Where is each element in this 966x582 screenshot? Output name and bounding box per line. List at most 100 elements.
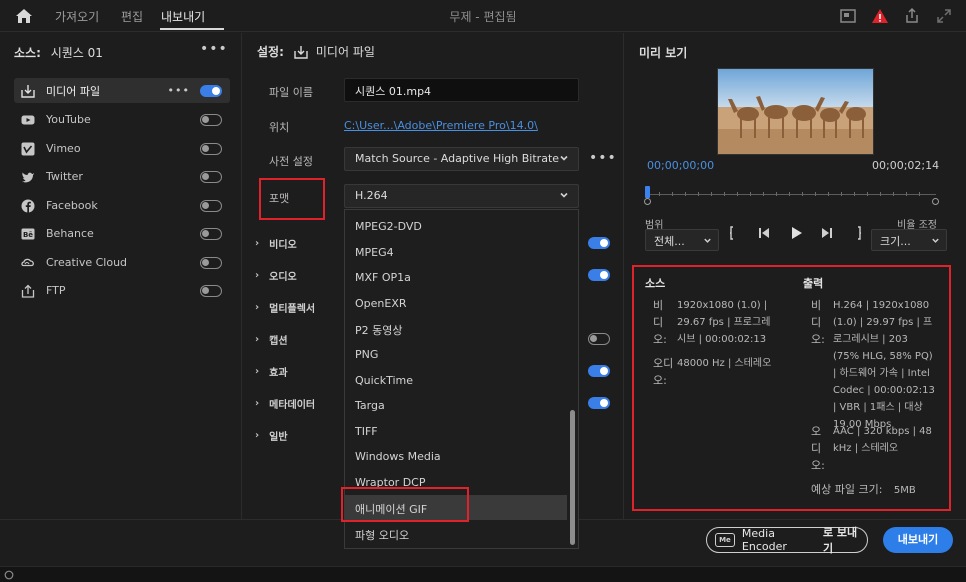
gif-option-highlight: [341, 487, 469, 522]
in-point-handle[interactable]: [644, 198, 651, 205]
chevron-right-icon: ›: [255, 365, 260, 377]
dest-toggle-facebook[interactable]: [200, 199, 222, 212]
dest-label: FTP: [46, 284, 66, 297]
section-label: 일반: [269, 431, 288, 443]
export-button[interactable]: 내보내기: [883, 527, 953, 553]
dest-item-twitter[interactable]: Twitter: [14, 164, 230, 189]
vimeo-icon: [21, 142, 35, 156]
dest-label: YouTube: [46, 113, 91, 126]
output-video-value: H.264 | 1920x1080 (1.0) | 29.97 fps | 프로…: [833, 300, 935, 430]
step-forward-icon[interactable]: [819, 225, 835, 241]
encoder-suffix: 로 보내기: [822, 526, 858, 555]
dest-item-behance[interactable]: Bē Behance: [14, 221, 230, 246]
status-bar: [0, 566, 966, 582]
fullscreen-icon[interactable]: [934, 6, 954, 26]
section-toggle-metadata[interactable]: [588, 397, 610, 409]
share-icon[interactable]: [902, 6, 922, 26]
format-option[interactable]: QuickTime: [345, 368, 567, 393]
format-option[interactable]: PNG: [345, 342, 567, 367]
source-video-value: 1920x1080 (1.0) | 29.67 fps | 프로그레시브 | 0…: [677, 300, 771, 345]
preset-select[interactable]: Match Source - Adaptive High Bitrate: [344, 147, 579, 171]
settings-header: 설정: 미디어 파일: [257, 43, 375, 60]
warning-icon[interactable]: [870, 6, 890, 26]
ftp-icon: [21, 284, 35, 298]
chevron-right-icon: ›: [255, 429, 260, 441]
dest-toggle-behance[interactable]: [200, 227, 222, 240]
chevron-right-icon: ›: [255, 269, 260, 281]
facebook-icon: [21, 199, 35, 213]
dest-item-ftp[interactable]: FTP: [14, 278, 230, 303]
play-icon[interactable]: [788, 225, 804, 241]
dest-toggle-vimeo[interactable]: [200, 142, 222, 155]
format-select[interactable]: H.264: [344, 184, 579, 208]
dest-label: 미디어 파일: [46, 84, 101, 98]
send-to-media-encoder-button[interactable]: Me Media Encoder 로 보내기: [706, 526, 868, 555]
dest-toggle-creative-cloud[interactable]: [200, 256, 222, 269]
dropdown-scrollbar[interactable]: [570, 410, 575, 545]
format-option[interactable]: MPEG4: [345, 240, 567, 265]
playhead[interactable]: [645, 186, 650, 198]
format-option[interactable]: OpenEXR: [345, 291, 567, 316]
settings-target: 미디어 파일: [315, 45, 375, 59]
preview-title: 미리 보기: [639, 46, 688, 60]
preview-thumbnail: [717, 68, 874, 155]
dest-item-facebook[interactable]: Facebook: [14, 193, 230, 218]
dest-label: Vimeo: [46, 142, 81, 155]
location-link[interactable]: C:\User...\Adobe\Premiere Pro\14.0\: [344, 119, 538, 132]
section-toggle-audio[interactable]: [588, 269, 610, 281]
preview-panel: 미리 보기 00;00;00;00 00;00;02;14 범위 전체... 비…: [625, 33, 966, 519]
quick-export-icon[interactable]: [838, 6, 858, 26]
format-option[interactable]: TIFF: [345, 419, 567, 444]
step-back-icon[interactable]: [756, 225, 772, 241]
scale-select[interactable]: 크기...: [871, 229, 947, 251]
youtube-icon: [21, 113, 35, 127]
format-option[interactable]: Targa: [345, 393, 567, 418]
range-select[interactable]: 전체...: [645, 229, 719, 251]
section-label: 메타데이터: [269, 399, 316, 411]
chevron-right-icon: ›: [255, 301, 260, 313]
dest-toggle-ftp[interactable]: [200, 284, 222, 297]
dest-label: Creative Cloud: [46, 256, 128, 269]
window-title: 무제 - 편집됨: [449, 10, 517, 24]
format-option[interactable]: MPEG2-DVD: [345, 214, 567, 239]
filename-label: 파일 이름: [269, 86, 313, 99]
estimated-size-value: 5MB: [893, 485, 916, 496]
dest-item-creative-cloud[interactable]: Creative Cloud: [14, 250, 230, 275]
section-label: 효과: [269, 367, 288, 379]
section-toggle-effects[interactable]: [588, 365, 610, 377]
section-label: 멀티플렉서: [269, 303, 316, 315]
format-option[interactable]: 파형 오디오: [345, 521, 567, 546]
dest-item-youtube[interactable]: YouTube: [14, 107, 230, 132]
source-more-button[interactable]: •••: [200, 41, 228, 57]
dest-toggle-media-file[interactable]: [200, 84, 222, 97]
chevron-right-icon: ›: [255, 397, 260, 409]
chevron-right-icon: ›: [255, 333, 260, 345]
out-point-handle[interactable]: [932, 198, 939, 205]
chevron-down-icon: [560, 192, 568, 198]
format-option[interactable]: P2 동영상: [345, 316, 567, 341]
format-option[interactable]: Windows Media: [345, 444, 567, 469]
top-bar: 가져오기 편집 내보내기 무제 - 편집됨: [0, 0, 966, 32]
media-encoder-icon: Me: [715, 533, 735, 547]
filename-input[interactable]: 시퀀스 01.mp4: [344, 78, 579, 102]
destination-panel: 소스: 시퀀스 01 ••• 미디어 파일 ••• YouTube Vimeo …: [0, 33, 242, 519]
section-toggle-video[interactable]: [588, 237, 610, 249]
format-option[interactable]: MXF OP1a: [345, 265, 567, 290]
source-selector[interactable]: 소스: 시퀀스 01: [14, 44, 103, 61]
source-audio-value: 48000 Hz | 스테레오: [677, 358, 772, 369]
dest-toggle-twitter[interactable]: [200, 170, 222, 183]
preset-more-button[interactable]: •••: [589, 150, 617, 166]
dest-item-vimeo[interactable]: Vimeo: [14, 136, 230, 161]
creative-cloud-icon: [21, 256, 35, 270]
creative-cloud-icon[interactable]: [4, 570, 14, 580]
section-toggle-captions[interactable]: [588, 333, 610, 345]
source-video-key: 비디오:: [653, 299, 667, 346]
dest-item-media-file[interactable]: 미디어 파일 •••: [14, 78, 230, 103]
timecode-end: 00;00;02;14: [872, 159, 940, 172]
dest-more-button[interactable]: •••: [168, 84, 190, 97]
mark-in-icon[interactable]: [727, 225, 743, 241]
mark-out-icon[interactable]: [848, 225, 864, 241]
preset-value: Match Source - Adaptive High Bitrate: [355, 152, 560, 165]
dest-toggle-youtube[interactable]: [200, 113, 222, 126]
media-file-icon: [21, 84, 35, 98]
